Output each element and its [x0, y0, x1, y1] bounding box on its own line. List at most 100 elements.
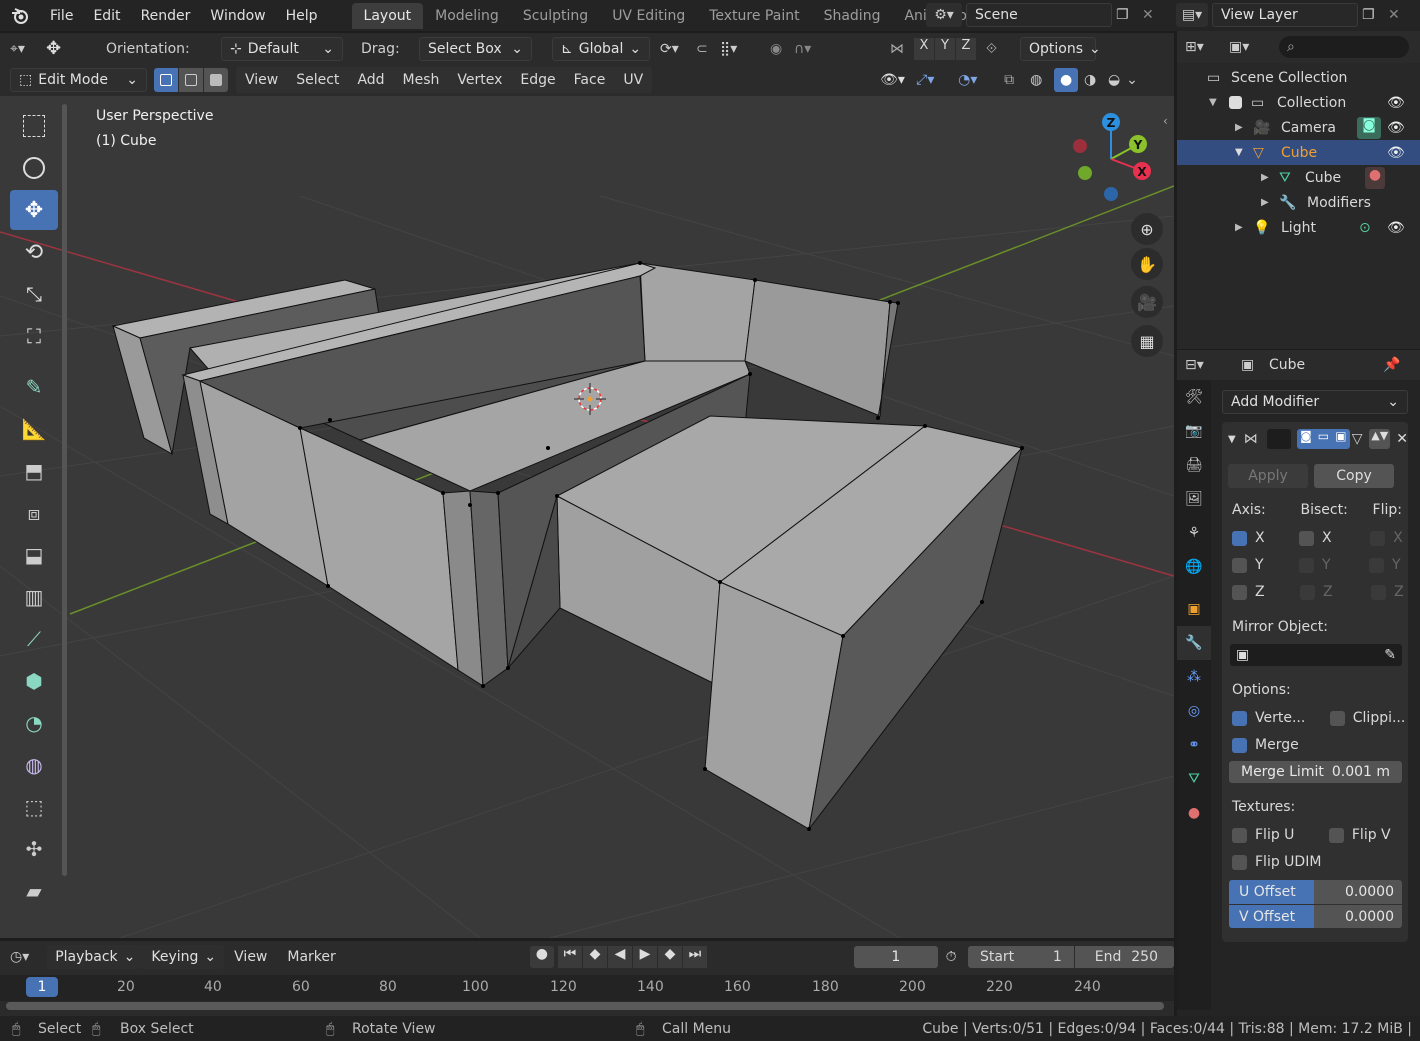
3d-viewport[interactable]: Z Y X User Perspective (1) Cube ⊕ ✋ 🎥 ▦ … [0, 96, 1174, 938]
tab-sculpting[interactable]: Sculpting [511, 3, 600, 29]
end-frame-field[interactable]: End 250 [1074, 946, 1174, 968]
zoom-icon[interactable]: ⊕ [1131, 213, 1163, 245]
overlay-toggle-icon[interactable]: ◔▾ [958, 72, 1004, 88]
axis-y-checkbox[interactable] [1232, 557, 1247, 573]
view-layer-field[interactable]: View Layer [1212, 3, 1358, 27]
editor-type-icon[interactable]: ◷▾ [10, 949, 47, 965]
drag-dropdown[interactable]: Select Box ⌄ [419, 36, 532, 61]
material-icon[interactable]: ● [1365, 166, 1385, 189]
menu-edit[interactable]: Edit [83, 8, 130, 24]
outliner-row-modifiers[interactable]: ▶ 🔧 Modifiers [1177, 190, 1420, 215]
flip-v-checkbox[interactable] [1328, 827, 1344, 843]
clipping-checkbox[interactable] [1329, 710, 1345, 726]
mirror-z-toggle[interactable]: Z [956, 37, 976, 60]
collapse-arrow-icon[interactable]: ▼ [1228, 434, 1244, 445]
flip-y-checkbox[interactable] [1369, 557, 1385, 573]
toolbar-scrollbar[interactable] [62, 104, 67, 876]
merge-checkbox[interactable] [1232, 737, 1247, 753]
menu-vertex[interactable]: Vertex [448, 72, 511, 88]
start-frame-field[interactable]: Start 1 [967, 946, 1074, 968]
tab-scene[interactable]: ⚘ [1177, 516, 1211, 550]
flip-u-checkbox[interactable] [1232, 827, 1247, 843]
outliner-row-camera[interactable]: ▶ 🎥 Camera ◙ 👁 [1177, 115, 1420, 140]
outliner-row-light[interactable]: ▶ 💡 Light ⊙ 👁 [1177, 215, 1420, 240]
bisect-z-checkbox[interactable] [1300, 584, 1316, 600]
rotate-tool[interactable]: ⟲ [10, 232, 58, 272]
orientation-dropdown[interactable]: ⊹ Default ⌄ [221, 36, 343, 61]
editor-type-icon[interactable]: ⊟▾ [1185, 357, 1219, 373]
eye-icon[interactable]: 👁 [1387, 120, 1405, 136]
jump-keyframe-forward-icon[interactable]: ◆ [657, 946, 682, 968]
tab-tool[interactable]: 🛠 [1177, 380, 1211, 414]
playback-dropdown[interactable]: Playback ⌄ [47, 945, 144, 969]
tab-modifiers[interactable]: 🔧 [1177, 626, 1211, 660]
apply-button[interactable]: Apply [1228, 464, 1308, 488]
bisect-x-checkbox[interactable] [1299, 530, 1315, 546]
jump-start-icon[interactable]: ⏮ [557, 946, 582, 968]
modifier-name-field[interactable] [1266, 429, 1292, 449]
expand-arrow-icon[interactable]: ▶ [1261, 172, 1279, 183]
eye-icon[interactable]: 👁 [1387, 220, 1405, 236]
tab-material[interactable]: ● [1177, 796, 1211, 830]
menu-face[interactable]: Face [565, 72, 615, 88]
expand-arrow-icon[interactable]: ▶ [1235, 122, 1253, 133]
current-frame-field[interactable]: 1 [853, 946, 938, 968]
tab-layout[interactable]: Layout [351, 2, 424, 29]
record-icon[interactable]: ● [529, 946, 554, 968]
shading-wireframe-icon[interactable]: ◍ [1030, 72, 1054, 88]
flip-udim-checkbox[interactable] [1232, 854, 1247, 870]
tool-settings-icon[interactable]: ⌖▾ [10, 41, 46, 57]
play-icon[interactable]: ▶ [632, 946, 657, 968]
play-reverse-icon[interactable]: ◀ [607, 946, 632, 968]
current-frame-indicator[interactable]: 1 [26, 977, 58, 997]
menu-view[interactable]: View [236, 72, 287, 88]
tab-output[interactable]: 🖨 [1177, 448, 1211, 482]
chevron-down-icon[interactable]: ⌄ [1126, 72, 1142, 88]
stopwatch-icon[interactable]: ⏱ [946, 949, 968, 965]
annotate-tool[interactable]: ✎ [10, 367, 58, 407]
tab-modeling[interactable]: Modeling [423, 3, 511, 29]
bisect-y-checkbox[interactable] [1299, 557, 1315, 573]
flip-x-checkbox[interactable] [1370, 530, 1386, 546]
loop-cut-tool[interactable]: ▥ [10, 577, 58, 617]
shear-tool[interactable]: ▰ [10, 871, 58, 911]
camera-data-icon[interactable]: ◙ [1357, 116, 1381, 139]
edge-slide-tool[interactable]: ⬚ [10, 787, 58, 827]
menu-render[interactable]: Render [131, 8, 201, 24]
menu-uv[interactable]: UV [614, 72, 652, 88]
pivot-point-icon[interactable]: ⟳▾ [660, 41, 696, 57]
edit-mode-toggle-icon[interactable]: ◙ [1297, 429, 1315, 449]
camera-view-icon[interactable]: 🎥 [1131, 286, 1163, 318]
navigation-gizmo[interactable]: Z Y X [1073, 113, 1151, 201]
new-view-layer-icon[interactable]: ❐ [1362, 7, 1384, 23]
close-icon[interactable]: ✕ [1396, 431, 1408, 447]
tab-world[interactable]: 🌐 [1177, 550, 1211, 584]
transform-tool[interactable]: ⛶ [10, 316, 58, 356]
tab-uv-editing[interactable]: UV Editing [600, 3, 697, 29]
checkbox-icon[interactable] [1229, 95, 1251, 111]
flip-z-checkbox[interactable] [1371, 584, 1387, 600]
menu-file[interactable]: File [40, 8, 83, 24]
xray-toggle-icon[interactable]: ⧉ [1004, 72, 1030, 88]
spin-tool[interactable]: ◔ [10, 703, 58, 743]
mode-dropdown[interactable]: ⬚ Edit Mode ⌄ [10, 68, 147, 92]
tab-data[interactable]: ⛛ [1177, 762, 1211, 796]
pan-hand-icon[interactable]: ✋ [1131, 248, 1163, 280]
auto-merge-icon[interactable]: ⟐ [986, 41, 1016, 57]
tab-object[interactable]: ▣ [1177, 592, 1211, 626]
gizmo-toggle-icon[interactable]: ⤢▾ [916, 72, 958, 88]
menu-help[interactable]: Help [276, 8, 328, 24]
outliner-row-collection[interactable]: ▼ ▭ Collection 👁 [1177, 90, 1420, 115]
timeline-ruler[interactable]: 1 20 40 60 80 100 120 140 160 180 200 22… [0, 975, 1174, 1001]
menu-add[interactable]: Add [348, 72, 393, 88]
bevel-tool[interactable]: ⬓ [10, 535, 58, 575]
mirror-options-icon[interactable]: ⋈ [890, 41, 914, 57]
jump-end-icon[interactable]: ⏭ [682, 946, 707, 968]
scene-name-field[interactable]: Scene [966, 3, 1112, 27]
outliner-row-cube-mesh[interactable]: ▶ ⛛ Cube ● [1177, 165, 1420, 190]
copy-button[interactable]: Copy [1314, 464, 1394, 488]
v-offset-field[interactable]: V Offset 0.0000 [1229, 904, 1402, 928]
render-toggle-icon[interactable]: ▣ [1332, 429, 1350, 449]
menu-mesh[interactable]: Mesh [394, 72, 449, 88]
select-box-tool[interactable] [10, 106, 58, 146]
